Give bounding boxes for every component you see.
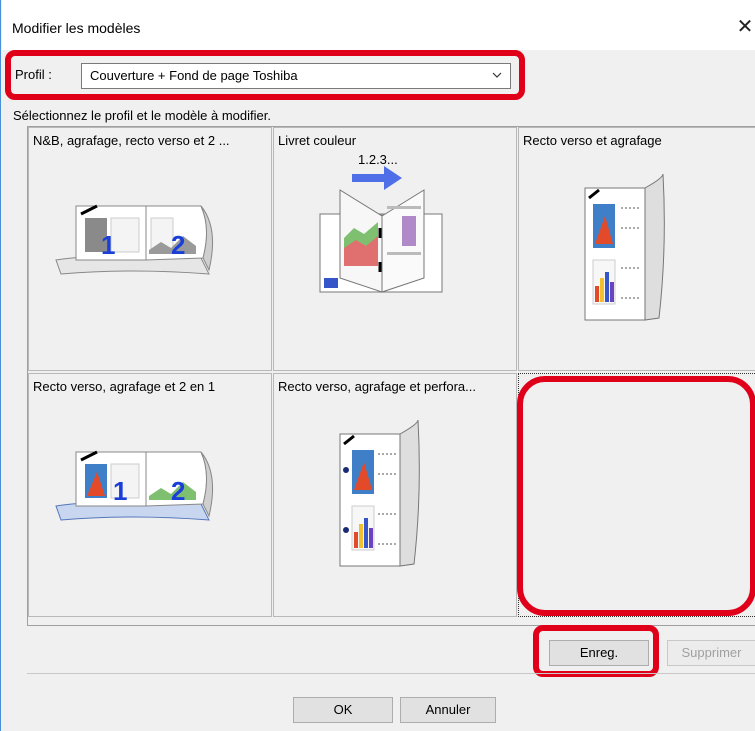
booklet-2in1-bw-icon: 1 2: [55, 204, 214, 275]
template-tile-duplex-staple[interactable]: Recto verso et agrafage: [518, 127, 755, 371]
duplex-staple-2in1-icon: 1 2: [55, 450, 214, 521]
separator: [27, 673, 755, 674]
duplex-staple-punch-icon: [339, 419, 420, 567]
chevron-down-icon: [492, 72, 502, 78]
svg-text:1: 1: [113, 476, 127, 506]
dialog-title: Modifier les modèles: [12, 20, 141, 36]
template-tile-empty[interactable]: [518, 373, 755, 617]
template-label: Livret couleur: [278, 133, 357, 148]
save-button[interactable]: Enreg.: [549, 640, 649, 666]
instruction-text: Sélectionnez le profil et le modèle à mo…: [13, 108, 271, 123]
svg-text:2: 2: [171, 230, 185, 260]
delete-button[interactable]: Supprimer: [667, 640, 755, 666]
color-booklet-icon: [319, 166, 443, 293]
template-tile-bw-booklet[interactable]: N&B, agrafage, recto verso et 2 ... 1 2: [28, 127, 272, 371]
template-label: Recto verso et agrafage: [523, 133, 662, 148]
close-icon[interactable]: ✕: [734, 14, 755, 40]
cancel-button[interactable]: Annuler: [400, 697, 496, 723]
svg-text:2: 2: [171, 476, 185, 506]
template-grid: N&B, agrafage, recto verso et 2 ... 1 2 …: [27, 126, 755, 626]
template-label: N&B, agrafage, recto verso et 2 ...: [33, 133, 230, 148]
modify-templates-dialog: Modifier les modèles ✕ Profil : Couvertu…: [0, 0, 755, 731]
profile-label: Profil :: [15, 67, 52, 82]
pagination-label: 1.2.3...: [358, 152, 398, 167]
profile-selected-value: Couverture + Fond de page Toshiba: [90, 68, 298, 83]
ok-button[interactable]: OK: [293, 697, 393, 723]
profile-dropdown[interactable]: Couverture + Fond de page Toshiba: [81, 63, 511, 89]
template-label: Recto verso, agrafage et 2 en 1: [33, 379, 216, 394]
svg-text:1: 1: [101, 230, 115, 260]
duplex-staple-icon: [584, 173, 665, 321]
title-bar: Modifier les modèles ✕: [2, 0, 755, 50]
template-label: Recto verso, agrafage et perfora...: [278, 379, 476, 394]
template-tile-color-booklet[interactable]: Livret couleur 1.2.3...: [273, 127, 517, 371]
template-tile-duplex-punch[interactable]: Recto verso, agrafage et perfora...: [273, 373, 517, 617]
template-tile-duplex-2in1[interactable]: Recto verso, agrafage et 2 en 1 1 2: [28, 373, 272, 617]
